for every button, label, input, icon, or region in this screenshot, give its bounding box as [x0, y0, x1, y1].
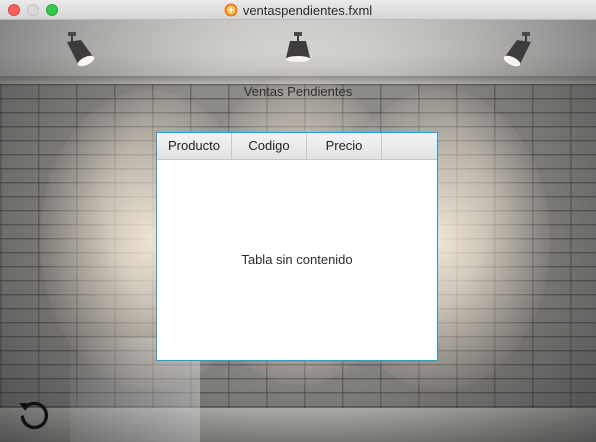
window-title-area: ventaspendientes.fxml	[0, 0, 596, 20]
window-title: ventaspendientes.fxml	[242, 2, 373, 18]
table-header: Producto Codigo Precio	[157, 133, 437, 160]
fxml-file-icon	[224, 3, 238, 17]
empty-table-text: Tabla sin contenido	[241, 252, 353, 267]
empty-table-placeholder: Tabla sin contenido	[157, 159, 437, 360]
pending-sales-table[interactable]: Producto Codigo Precio Tabla sin conteni…	[156, 132, 438, 361]
column-header-codigo[interactable]: Codigo	[232, 133, 307, 159]
app-window: ventaspendientes.fxml Ventas Pendientes …	[0, 0, 596, 442]
page-title: Ventas Pendientes	[243, 84, 353, 99]
spotlight-icon	[503, 32, 531, 67]
refresh-icon[interactable]	[16, 397, 52, 433]
column-header-precio[interactable]: Precio	[307, 133, 382, 159]
column-header-filler	[382, 133, 437, 159]
column-header-producto[interactable]: Producto	[157, 133, 232, 159]
brick-wall-background: Ventas Pendientes Producto Codigo Precio…	[0, 20, 596, 442]
title-bar: ventaspendientes.fxml	[0, 0, 596, 20]
spotlight-icon	[286, 32, 310, 62]
spotlight-icon	[67, 32, 95, 67]
